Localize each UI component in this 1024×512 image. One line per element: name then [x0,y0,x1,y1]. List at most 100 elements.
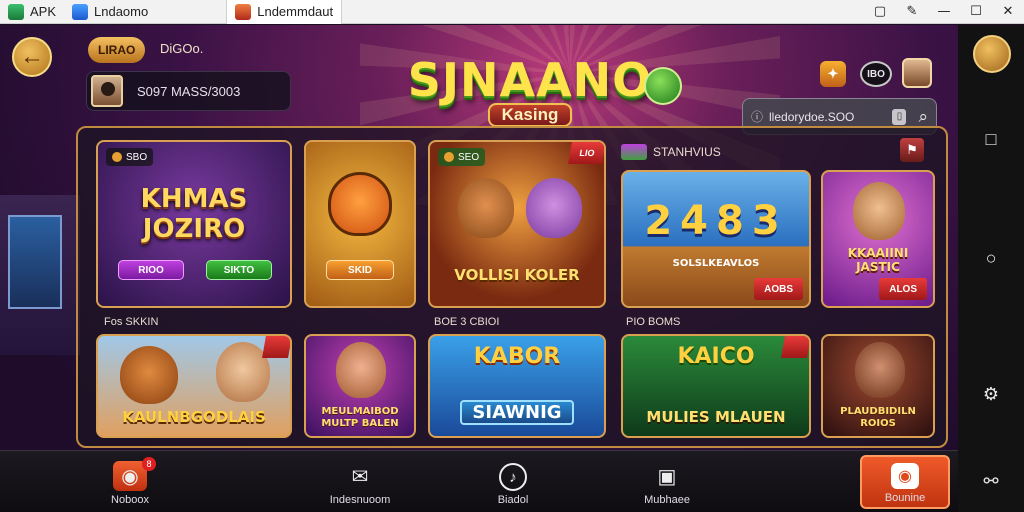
section-label-new: STANHVIUS [621,144,721,160]
games-panel: SBO KHMAS JOZIRO RIOO SIKTO SKID SEO LIO… [76,126,948,448]
nav-home-label: Noboox [111,494,149,506]
game-tab-icon [235,3,252,20]
nav-store[interactable]: ▣ Mubhaee [607,455,727,509]
music-icon: ♪ [499,463,527,491]
tab-apk-label: APK [30,4,57,19]
new-badge: LIO [568,142,604,164]
recent-apps-icon[interactable]: □ [978,126,1004,152]
slot-machine-decoration [0,195,80,355]
vip-badge[interactable]: IBO [860,61,892,87]
card-title: MULIES MLAUEN [646,408,786,426]
section-label-right: PIO BOMS [626,316,681,328]
game-card-kkaaiini[interactable]: KKAAIINI JASTIC ALOS [821,170,935,308]
coin-balance[interactable]: LIRAO [88,37,146,63]
nav-inbox-label: Indesnuoom [329,494,391,506]
bottom-nav: ◉ 8 Noboox ✉ Indesnuoom ♪ Biadol ▣ Mubha… [0,450,958,512]
window-titlebar: APK Lndaomo Lndemmdaut ▢ ✎ — ☐ ✕ [0,0,1024,24]
nav-inbox[interactable]: ✉ Indesnuoom [300,455,420,509]
avatar [91,75,123,107]
screenshot-icon[interactable]: ▢ [864,0,896,24]
card-title: PLAUDBIDILN ROIOS [840,406,916,429]
cat-icon [458,178,514,238]
card-tag-label: SEO [458,151,480,163]
woman-portrait [336,342,386,398]
coin-icon [444,152,454,162]
game-card-kaico[interactable]: KAICO MULIES MLAUEN [621,334,811,438]
card-tag: SBO [106,148,154,166]
notification-badge: 8 [142,457,156,471]
tab-apk[interactable]: APK [0,0,64,24]
hot-corner-badge [262,336,290,358]
bonus-icon: ◉ [891,463,919,489]
gem-icon [644,67,682,105]
woman-portrait [855,342,905,398]
nav-music-label: Biadol [497,494,529,506]
nav-bonus[interactable]: ◉ Bounine [860,455,950,509]
play-button[interactable]: RIOO [118,260,184,280]
section-label-text: STANHVIUS [653,145,721,159]
card-subtitle: SOLSLKEAVLOS [672,258,760,269]
game-card-tiger[interactable]: SKID [304,140,416,308]
logo-subtitle: Kasing [487,103,573,127]
store-icon: ▣ [657,465,677,488]
game-card-siawnig[interactable]: KABOR SIAWNIG [428,334,606,438]
nav-store-label: Mubhaee [644,494,690,506]
tab-app-label: Lndaomo [94,4,149,19]
card-title: KKAAIINI JASTIC [847,246,909,274]
tab-game[interactable]: Lndemmdaut [226,0,343,24]
card-title: KHMAS JOZIRO [140,184,248,244]
card-title: MEULMAIBOD MULTP BALEN [321,406,399,429]
card-title: KAULNBGODLAIS [122,408,266,426]
game-card-meulmaibod[interactable]: MEULMAIBOD MULTP BALEN [304,334,416,438]
hot-badge: ALOS [879,278,927,300]
profile-box[interactable]: S097 MASS/3003 [86,71,291,111]
hot-corner-badge [781,336,809,358]
tab-app[interactable]: Lndaomo [64,0,156,24]
arrow-left-icon: ← [20,43,44,70]
nav-bonus-label: Bounine [884,492,926,504]
coin-label: DiGOo. [160,41,204,56]
section-label-mid: BOE 3 CBIOI [434,316,500,328]
nav-home[interactable]: ◉ 8 Noboox [70,455,190,509]
home-circle-icon[interactable]: ○ [978,245,1004,271]
hot-badge: AOBS [754,278,803,300]
apk-icon [8,3,24,20]
maximize-icon[interactable]: ☐ [960,0,992,24]
window-controls: ▢ ✎ — ☐ ✕ [864,0,1024,24]
play-button[interactable]: SKID [326,260,394,280]
link-icon[interactable]: ⚯ [978,468,1004,494]
tab-game-label: Lndemmdaut [257,4,334,19]
game-card-2483[interactable]: 2483 SOLSLKEAVLOS AOBS [621,170,811,308]
tag-icon [621,144,647,160]
emulator-sidebar: □ ○ ⚙ ⚯ [958,25,1024,512]
filter-icon[interactable]: ▯ [892,108,907,125]
tiger-icon [328,172,392,236]
game-card-vollisi[interactable]: SEO LIO VOLLISI KOLER [428,140,606,308]
profile-text: S097 MASS/3003 [137,83,241,99]
settings-icon[interactable]: ⚙ [978,381,1004,407]
close-icon[interactable]: ✕ [992,0,1024,24]
coin-icon[interactable] [973,35,1011,73]
settings-icon[interactable]: ⚑ [900,138,924,162]
search-icon[interactable]: ⌕ [918,107,928,127]
card-title: 2483 [644,198,788,244]
minimize-icon[interactable]: — [928,0,960,24]
card-title-top: KABOR [473,344,561,369]
cat-icon [526,178,582,238]
fox-icon [120,346,178,404]
back-button[interactable]: ← [12,37,52,77]
game-card-plaudbidiln[interactable]: PLAUDBIDILN ROIOS [821,334,935,438]
user-avatar-icon[interactable] [902,58,932,88]
game-card-kaulnbgo[interactable]: KAULNBGODLAIS [96,334,292,438]
woman-portrait [216,342,270,402]
pin-icon[interactable]: ✎ [896,0,928,24]
coin-icon [112,152,122,162]
game-card-khmas[interactable]: SBO KHMAS JOZIRO RIOO SIKTO [96,140,292,308]
app-icon [72,3,89,20]
gift-icon[interactable]: ✦ [820,61,846,87]
nav-music[interactable]: ♪ Biadol [453,455,573,509]
card-tag: SEO [438,148,486,166]
demo-button[interactable]: SIKTO [206,260,272,280]
card-title: VOLLISI KOLER [454,266,580,284]
game-screen: ← LIRAO DiGOo. S097 MASS/3003 SJNAANO Ka… [0,25,958,512]
